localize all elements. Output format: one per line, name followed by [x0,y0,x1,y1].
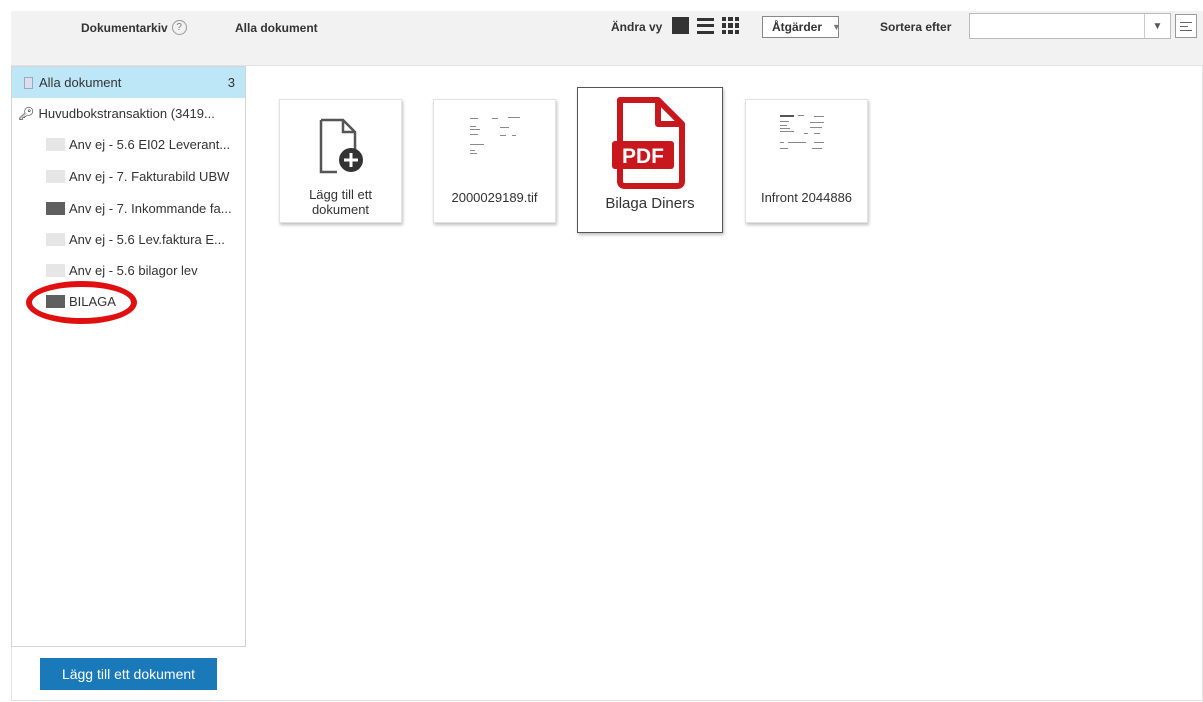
sort-select[interactable]: ▼ [969,13,1171,39]
sidebar-item-all-documents[interactable]: Alla dokument 3 [12,67,245,98]
current-folder-title: Alla dokument [235,21,318,35]
sidebar-item-label: Anv ej - 5.6 bilagor lev [69,263,198,278]
sidebar-item-label: Anv ej - 7. Fakturabild UBW [69,169,230,184]
sidebar-item-folder[interactable]: Anv ej - 7. Fakturabild UBW [12,161,245,192]
tile-caption: 2000029189.tif [451,190,538,205]
tile-caption: Infront 2044886 [760,190,853,205]
sidebar-item-folder[interactable]: Anv ej - 7. Inkommande fa... [12,193,245,224]
help-icon[interactable]: ? [171,20,187,35]
sidebar-item-label: Huvudbokstransaktion (3419... [38,106,215,121]
tile-caption: Bilaga Diners [605,195,695,212]
key-icon: 🔑︎ [18,105,35,121]
pdf-icon: PDF [612,97,685,189]
archive-title-text: Dokumentarkiv [81,20,168,35]
folder-tree: Alla dokument 3 🔑︎ Huvudbokstransaktion … [11,66,246,647]
document-icon [24,76,33,89]
actions-label: Åtgärder [772,20,823,34]
sort-order-icon[interactable] [1175,14,1197,38]
sort-label: Sortera efter [880,20,952,34]
view-switcher [672,17,739,34]
sidebar-item-transaction[interactable]: 🔑︎ Huvudbokstransaktion (3419... [12,98,245,129]
list-view-icon[interactable] [697,17,714,34]
add-document-button[interactable]: Lägg till ett dokument [40,658,217,690]
add-document-tile[interactable]: Lägg till ett dokument [279,99,402,223]
archive-title: Dokumentarkiv ? [81,20,187,35]
actions-dropdown[interactable]: Åtgärder ▼ [762,16,841,38]
document-tile[interactable]: 2000029189.tif [433,99,556,223]
folder-icon [46,170,65,183]
sidebar-item-label: Anv ej - 7. Inkommande fa... [69,201,232,216]
folder-icon [46,233,65,246]
chevron-down-icon: ▼ [832,22,841,32]
tile-caption: Lägg till ett dokument [309,187,372,217]
document-thumbnail [774,104,840,180]
large-tiles-view-icon[interactable] [672,17,689,34]
document-tile[interactable]: Infront 2044886 [745,99,868,223]
sidebar-item-label: Anv ej - 5.6 Lev.faktura E... [69,232,225,247]
chevron-down-icon[interactable]: ▼ [1144,14,1170,38]
tif-thumbnail [462,104,528,180]
pdf-badge: PDF [622,145,664,168]
sidebar-item-folder[interactable]: Anv ej - 5.6 EI02 Leverant... [12,129,245,160]
highlight-circle [26,281,137,324]
sidebar-item-label: Alla dokument [39,75,122,90]
document-count: 3 [227,75,235,90]
document-tile-selected[interactable]: PDF Bilaga Diners [577,87,723,233]
sidebar-item-folder[interactable]: Anv ej - 5.6 Lev.faktura E... [12,224,245,255]
small-grid-view-icon[interactable] [722,17,739,34]
sidebar-item-label: Anv ej - 5.6 EI02 Leverant... [69,137,231,152]
change-view-label: Ändra vy [611,20,663,34]
folder-icon [46,264,65,277]
folder-icon [46,138,65,151]
sidebar-item-folder[interactable]: Anv ej - 5.6 bilagor lev [12,255,245,286]
folder-icon [46,202,65,215]
add-document-icon [319,118,363,174]
